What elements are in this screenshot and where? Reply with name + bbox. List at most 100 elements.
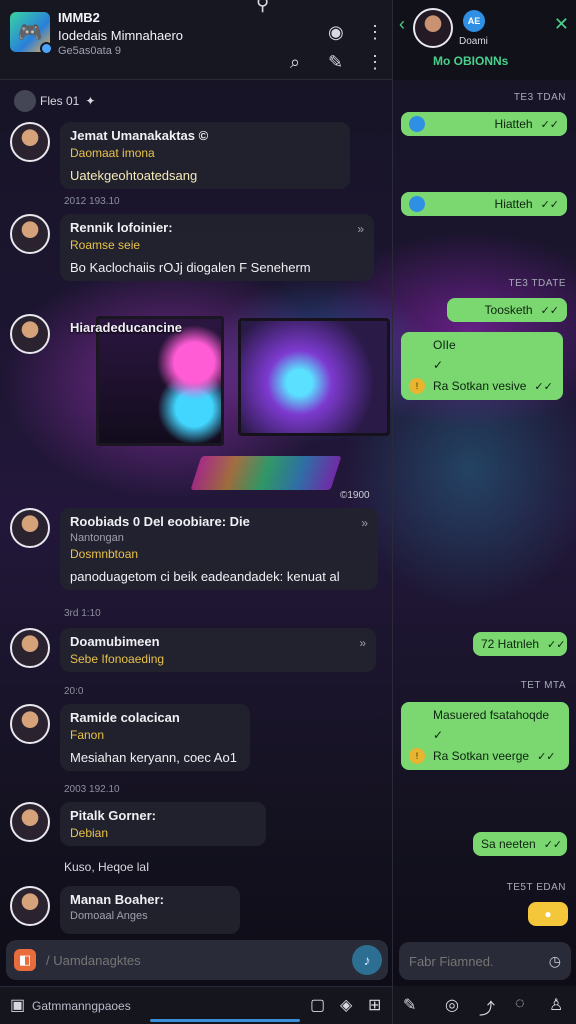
avatar[interactable] (10, 704, 50, 744)
message-text: Uatekgeohtoatedsang (70, 168, 198, 183)
message-text: Toosketh (484, 303, 533, 317)
search-icon[interactable]: ⌕ (290, 52, 300, 73)
read-tick-icon: ✓✓ (537, 750, 556, 763)
clock-icon[interactable]: ◷ (549, 953, 561, 970)
back-icon[interactable]: ‹ (399, 14, 405, 35)
message[interactable]: Doamubimeen Sebe Ifonoaeding » (10, 628, 376, 672)
group-subtitle: Iodedais Mimnahaero (58, 28, 184, 43)
sender-role: Dosmnbtoan (70, 547, 139, 561)
contact-status: Mo OBIONNs (433, 54, 509, 68)
message-text: Sa neeten (481, 837, 536, 851)
message-bubble[interactable]: Jemat Umanakaktas © Daomaat imona Uatekg… (60, 122, 350, 189)
share-icon[interactable]: ⤴ (479, 995, 495, 1019)
avatar[interactable] (10, 314, 50, 354)
progress-bar (150, 1019, 300, 1022)
date-separator: TE3 TDAN (513, 92, 566, 103)
attachment-icon[interactable]: ◧ (14, 949, 36, 971)
right-composer: ◷ (399, 942, 571, 980)
sticker-icon[interactable]: ● (528, 902, 568, 926)
message-text: Ra Sotkan veerge (433, 749, 530, 763)
monitor-illustration (238, 318, 390, 436)
message-bubble[interactable]: Pitalk Gorner: Debian (60, 802, 266, 846)
app-badge: AE (463, 10, 485, 32)
read-tick-icon: ✓✓ (543, 838, 563, 851)
avatar[interactable] (10, 628, 50, 668)
alert-icon: ! (409, 378, 425, 394)
message[interactable]: Rennik lofoinier: Roamse seie Bo Kacloch… (10, 214, 374, 281)
group-title: IMMB2 (58, 10, 100, 25)
read-tick-icon: ✓✓ (547, 638, 566, 651)
message-title: OIIe (433, 338, 456, 352)
message-title: Masuered fsatahoqde (433, 708, 550, 722)
group-avatar[interactable]: 🎮 (10, 12, 53, 55)
pen-icon[interactable]: ✎ (403, 995, 416, 1015)
message[interactable]: Hiaradeducancine (10, 314, 192, 354)
message[interactable]: Ramide colacican Fanon Mesiahan keryann,… (10, 704, 250, 771)
grid-icon[interactable]: ⊞ (368, 995, 381, 1015)
message-bubble[interactable]: Rennik lofoinier: Roamse seie Bo Kacloch… (60, 214, 374, 281)
sender-name: Rennik lofoinier: (70, 220, 173, 235)
sender-note: Nantongan (70, 532, 124, 544)
right-header: ‹ AE Doami Mo OBIONNs ✕ (393, 0, 576, 80)
sender-role: Fanon (70, 728, 105, 742)
chat-header: 🎮 IMMB2 Iodedais Mimnahaero Ge5as0ata 9 … (0, 0, 392, 80)
message-bubble[interactable]: Doamubimeen Sebe Ifonoaeding » (60, 628, 376, 672)
read-tick-icon: ✓✓ (534, 380, 553, 393)
mini-avatar (14, 90, 36, 112)
sender-name: Manan Boaher: (70, 892, 164, 907)
message[interactable]: Manan Boaher: Domoaal Anges (10, 886, 240, 934)
outgoing-message[interactable]: Sa neeten ✓✓ (473, 832, 567, 856)
sender-name: Jemat Umanakaktas © (70, 128, 209, 143)
sticker-icon[interactable]: ◈ (340, 995, 352, 1015)
chevron-icon[interactable]: » (361, 516, 368, 530)
sender-name: Pitalk Gorner: (70, 808, 156, 823)
keyboard-illustration (190, 456, 342, 490)
close-icon[interactable]: ✕ (554, 14, 569, 35)
bottom-bar-label: Gatmmanngpaoes (32, 999, 131, 1013)
message-input[interactable] (46, 952, 352, 968)
avatar[interactable] (10, 802, 50, 842)
avatar[interactable] (10, 886, 50, 926)
outgoing-message[interactable]: Toosketh ✓✓ (447, 298, 567, 322)
link-icon[interactable]: ⚲ (256, 0, 269, 15)
camera-icon[interactable]: ◎ (445, 995, 459, 1015)
message[interactable]: Roobiads 0 Del eoobiare: Die Nantongan D… (10, 508, 378, 590)
outgoing-message[interactable]: Hiatteh ✓✓ (401, 192, 567, 216)
avatar[interactable] (10, 122, 50, 162)
message[interactable]: Jemat Umanakaktas © Daomaat imona Uatekg… (10, 122, 350, 189)
outgoing-message[interactable]: Hiatteh ✓✓ (401, 112, 567, 136)
outgoing-message[interactable]: Masuered fsatahoqde ✓ ! Ra Sotkan veerge… (401, 702, 569, 770)
right-message-input[interactable] (409, 953, 549, 969)
message-text: panoduagetom ci beik eadeandadek: kenuat… (70, 569, 340, 584)
message-bubble[interactable]: Roobiads 0 Del eoobiare: Die Nantongan D… (60, 508, 378, 590)
message-text: Hiatteh (494, 197, 533, 211)
message-composer: ◧ ♪ (6, 940, 388, 980)
chat-icon[interactable]: ▢ (310, 995, 325, 1015)
contact-avatar[interactable] (413, 8, 453, 48)
edit-icon[interactable]: ✎ (328, 52, 343, 73)
message-text: Mesiahan keryann, coec Ao1 (70, 750, 237, 765)
message-bubble[interactable]: Hiaradeducancine (60, 314, 192, 354)
read-tick-icon: ✓✓ (540, 198, 559, 211)
outgoing-message[interactable]: OIIe ✓ ! Ra Sotkan vesive ✓✓ (401, 332, 563, 400)
profile-icon[interactable]: ◉ (328, 22, 344, 43)
avatar[interactable] (10, 508, 50, 548)
bottom-bar: ▣ Gatmmanngpaoes ▢ ◈ ⊞ (0, 986, 392, 1024)
mic-icon[interactable]: ♪ (352, 945, 382, 975)
group-meta: Ge5as0ata 9 (58, 45, 121, 57)
outgoing-message[interactable]: 72 Hatnleh ✓✓ (473, 632, 567, 656)
message-bubble[interactable]: Manan Boaher: Domoaal Anges (60, 886, 240, 934)
message[interactable]: Pitalk Gorner: Debian (10, 802, 266, 846)
user-icon[interactable]: ♙ (549, 995, 563, 1015)
chevron-icon[interactable]: » (357, 222, 364, 236)
menu-icon[interactable]: ⋮ (366, 52, 384, 73)
date-separator: Fles 01 ✦ (14, 90, 101, 112)
more-icon[interactable]: ⋮ (366, 22, 384, 43)
chat-icon[interactable]: ◌ (515, 995, 525, 1013)
image-icon[interactable]: ▣ (10, 995, 25, 1015)
right-chat-panel: ‹ AE Doami Mo OBIONNs ✕ TE3 TDAN Hiatteh… (392, 0, 576, 1024)
star-icon: ✦ (85, 94, 96, 108)
message-bubble[interactable]: Ramide colacican Fanon Mesiahan keryann,… (60, 704, 250, 771)
chevron-icon[interactable]: » (359, 636, 366, 650)
avatar[interactable] (10, 214, 50, 254)
